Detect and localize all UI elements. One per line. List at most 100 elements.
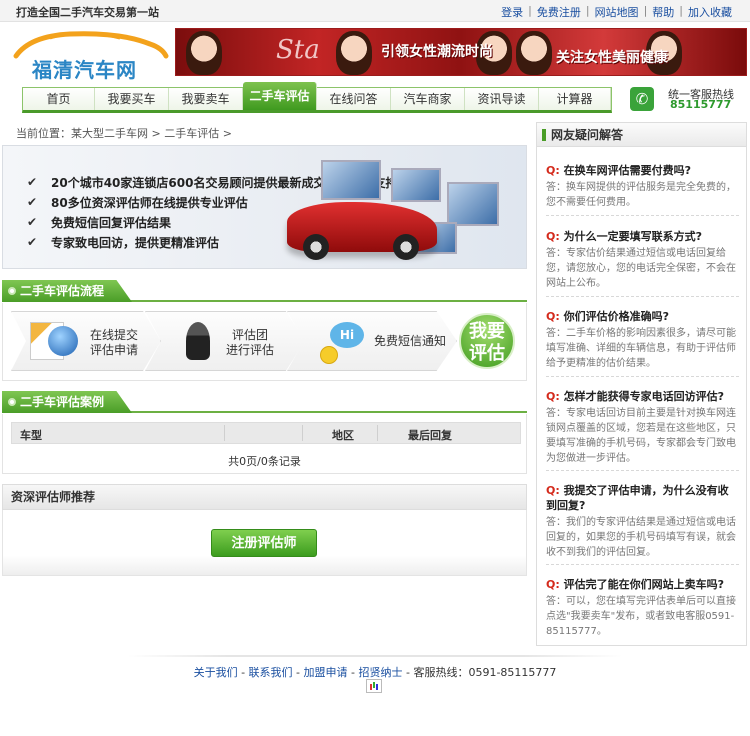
faq-answer: 答：二手车价格的影响因素很多，请尽可能填写准确、详细的车辆信息，有助于评估师给予… (546, 328, 736, 369)
process-steps: 在线提交 评估申请 评估团 进行评估 Hi 免费短信通知 (2, 303, 527, 381)
chat-bubble-icon: Hi (330, 322, 364, 348)
process-title: 二手车评估流程 (20, 284, 105, 298)
site-logo[interactable]: 福清汽车网 (10, 26, 170, 82)
check-icon: ✔ (27, 195, 38, 209)
faq-question: 怎样才能获得专家电话回访评估? (563, 390, 724, 403)
nav-sell-car[interactable]: 我要卖车 (169, 88, 243, 110)
col-region: 地区 (332, 429, 354, 442)
model-photo (186, 31, 222, 75)
bullet-icon (8, 398, 16, 406)
divider (546, 564, 739, 565)
col-last-reply: 最后回复 (408, 429, 452, 442)
faq-question: 我提交了评估申请，为什么没有收到回复? (546, 484, 729, 512)
question-marker: Q: (546, 578, 560, 591)
step-submit: 在线提交 评估申请 (11, 311, 161, 371)
faq-question: 在换车网评估需要付费吗? (563, 164, 691, 177)
advertisement-banner[interactable]: Sta 引领女性潮流时尚 关注女性美丽健康 (175, 28, 747, 76)
footer-hotline-label: 客服热线： (413, 666, 469, 679)
register-link[interactable]: 免费注册 (537, 4, 581, 20)
faq-question: 评估完了能在你们网站上卖车吗? (563, 578, 724, 591)
breadcrumb: 当前位置：某大型二手车网 > 二手车评估 > (16, 127, 232, 140)
assessor-person-icon (186, 322, 210, 360)
globe-icon (48, 326, 78, 356)
phone-icon: ✆ (630, 87, 654, 111)
smiley-icon (320, 346, 338, 364)
banner-text-2: 关注女性美丽健康 (556, 50, 668, 66)
faq-answer: 答：换车网提供的评估服务是完全免费的，您不需要任何费用。 (546, 182, 736, 208)
step-label: 免费短信通知 (374, 334, 447, 348)
step-sms: Hi 免费短信通知 (287, 311, 457, 371)
question-marker: Q: (546, 164, 560, 177)
nav-home[interactable]: 首页 (23, 88, 95, 110)
nav-dealers[interactable]: 汽车商家 (391, 88, 465, 110)
cases-section-header: 二手车评估案例 (2, 391, 527, 413)
assess-button-line2: 评估 (469, 343, 505, 364)
question-marker: Q: (546, 230, 560, 243)
help-link[interactable]: 帮助 (652, 4, 674, 20)
main-nav: 首页 我要买车 我要卖车 二手车评估 在线问答 汽车商家 资讯导读 计算器 (22, 82, 612, 113)
nav-news[interactable]: 资讯导读 (465, 88, 539, 110)
check-icon: ✔ (27, 235, 38, 249)
model-photo (336, 31, 372, 75)
footer-contact-link[interactable]: 联系我们 (249, 666, 293, 679)
process-section-header: 二手车评估流程 (2, 280, 527, 302)
faq-item: Q: 怎样才能获得专家电话回访评估? 答：专家电话回访目前主要是针对换车网连锁网… (546, 389, 739, 471)
logo-text: 福清汽车网 (32, 58, 137, 82)
promo-line: 80多位资深评估师在线提供专业评估 (51, 196, 248, 210)
faq-answer: 答：专家估价结果通过短信或电话回复给您，请您放心，您的电话完全保密，不会在网站上… (546, 248, 736, 289)
divider (546, 296, 739, 297)
sitemap-link[interactable]: 网站地图 (595, 4, 639, 20)
divider (546, 376, 739, 377)
top-bar: 打造全国二手汽车交易第一站 登录 | 免费注册 | 网站地图 | 帮助 | 加入收藏 (0, 0, 750, 22)
check-icon: ✔ (27, 215, 38, 229)
site-slogan: 打造全国二手汽车交易第一站 (16, 6, 159, 19)
cases-title: 二手车评估案例 (20, 395, 105, 409)
assess-button-line1: 我要 (469, 321, 505, 342)
promo-banner: ✔ 20个城市40家连锁店600名交易顾问提供最新成交价格数据支持 ✔ 80多位… (2, 145, 527, 269)
bullet-icon (8, 287, 16, 295)
footer-about-link[interactable]: 关于我们 (194, 666, 238, 679)
faq-answer: 答：我们的专家评估结果是通过短信或电话回复的，如果您的手机号码填写有误，就会收不… (546, 517, 736, 558)
model-photo (516, 31, 552, 75)
login-link[interactable]: 登录 (501, 4, 523, 20)
faq-answer: 答：专家电话回访目前主要是针对换车网连锁网点覆盖的区域，您若是在这些地区，只要填… (546, 408, 736, 464)
divider (546, 215, 739, 216)
step-label: 评估申请 (90, 343, 139, 357)
footer-franchise-link[interactable]: 加盟申请 (304, 666, 348, 679)
col-model: 车型 (20, 429, 42, 442)
screen-image (391, 168, 441, 202)
assess-now-button[interactable]: 我要 评估 (459, 313, 515, 369)
promo-line: 专家致电回访，提供更精准评估 (51, 236, 220, 250)
hotline-number: 85115777 (670, 98, 732, 111)
nav-calculator[interactable]: 计算器 (539, 88, 611, 110)
faq-question: 为什么一定要填写联系方式? (563, 230, 702, 243)
faq-item: Q: 为什么一定要填写联系方式? 答：专家估价结果通过短信或电话回复给您，请您放… (546, 229, 739, 297)
banner-text-1: 引领女性潮流时尚 (381, 44, 493, 60)
faq-item: Q: 我提交了评估申请，为什么没有收到回复? 答：我们的专家评估结果是通过短信或… (546, 483, 739, 565)
screen-image (321, 160, 381, 200)
stats-counter-icon[interactable] (366, 679, 382, 693)
faq-item: Q: 在换车网评估需要付费吗? 答：换车网提供的评估服务是完全免费的，您不需要任… (546, 163, 739, 216)
register-assessor-button[interactable]: 注册评估师 (211, 529, 317, 557)
question-marker: Q: (546, 484, 560, 497)
faq-item: Q: 评估完了能在你们网站上卖车吗? 答：可以，您在填写完评估表单后可以直接点选… (546, 577, 739, 639)
pager-info: 共0页/0条记录 (228, 455, 301, 468)
cases-table: 车型 地区 最后回复 共0页/0条记录 (2, 414, 527, 474)
table-header: 车型 地区 最后回复 (11, 422, 521, 444)
assessor-section-header: 资深评估师推荐 (2, 484, 527, 510)
hotline: ✆ 统一客服热线 85115777 (630, 86, 746, 114)
footer-jobs-link[interactable]: 招贤纳士 (358, 666, 402, 679)
nav-valuation[interactable]: 二手车评估 (243, 82, 317, 110)
faq-answer: 答：可以，您在填写完评估表单后可以直接点选"我要卖车"发布，或者致电客服0591… (546, 596, 736, 637)
step-label: 评估团 (232, 328, 269, 342)
faq-question: 你们评估价格准确吗? (563, 310, 669, 323)
question-marker: Q: (546, 310, 560, 323)
footer-hotline-number: 0591-85115777 (468, 666, 557, 679)
faq-title: 网友疑问解答 (537, 123, 746, 147)
step-label: 在线提交 (90, 328, 139, 342)
nav-qa[interactable]: 在线问答 (317, 88, 391, 110)
step-assess: 评估团 进行评估 (145, 311, 305, 371)
divider (546, 470, 739, 471)
nav-buy-car[interactable]: 我要买车 (95, 88, 169, 110)
add-favorite-link[interactable]: 加入收藏 (688, 4, 732, 20)
